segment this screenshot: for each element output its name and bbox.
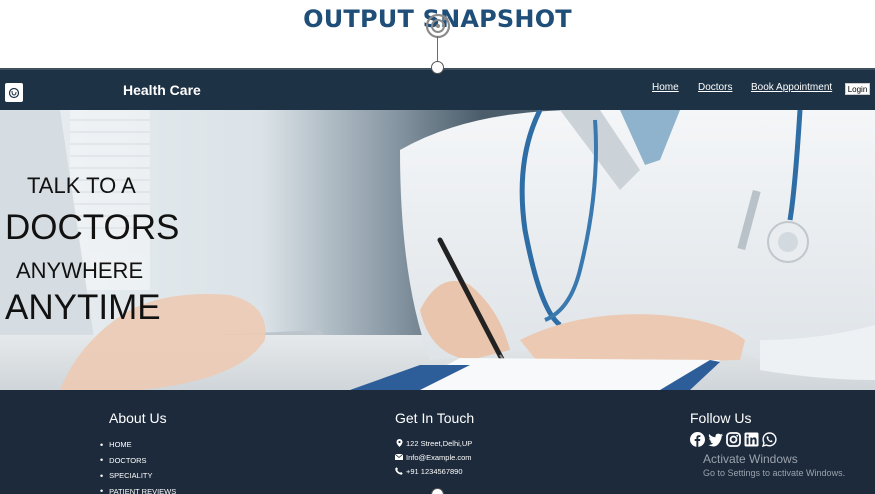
navbar: Health Care Home Doctors Book Appointmen… <box>0 68 875 110</box>
about-heading: About Us <box>109 410 167 426</box>
activate-windows-title: Activate Windows <box>703 452 798 466</box>
hero-section: TALK TO A DOCTORS ANYWHERE ANYTIME <box>0 110 875 390</box>
snapshot-banner: OUTPUT SNAPSHOT <box>0 0 875 68</box>
contact-email-text: Info@Example.com <box>406 452 472 462</box>
nav-link-doctors[interactable]: Doctors <box>698 82 732 93</box>
page-root: OUTPUT SNAPSHOT Health Care Home Doctors… <box>0 0 875 494</box>
contact-info: 122 Street,Delhi,UP Info@Example.com +91… <box>395 436 472 478</box>
follow-heading: Follow Us <box>690 410 752 426</box>
linkedin-icon[interactable] <box>744 432 759 447</box>
about-item-speciality[interactable]: SPECIALITY <box>100 468 176 484</box>
hero-headline-line-4: ANYTIME <box>5 288 161 327</box>
activate-windows-subtitle: Go to Settings to activate Windows. <box>703 468 846 478</box>
facebook-icon[interactable] <box>690 432 705 447</box>
twitter-icon[interactable] <box>708 432 723 447</box>
hero-headline-line-2: DOCTORS <box>5 208 180 247</box>
contact-heading: Get In Touch <box>395 410 475 426</box>
stethoscope-logo-icon <box>8 87 20 98</box>
contact-address: 122 Street,Delhi,UP <box>395 436 472 450</box>
whatsapp-icon[interactable] <box>762 432 777 447</box>
brand-name[interactable]: Health Care <box>123 82 201 98</box>
contact-phone[interactable]: +91 1234567890 <box>395 464 472 478</box>
contact-address-text: 122 Street,Delhi,UP <box>406 438 473 448</box>
contact-phone-text: +91 1234567890 <box>406 466 463 476</box>
login-button[interactable]: Login <box>845 83 870 95</box>
resize-handle-bottom[interactable] <box>431 488 444 494</box>
hero-headline-line-3: ANYWHERE <box>16 258 144 283</box>
logo[interactable] <box>5 83 23 102</box>
hero-image <box>0 110 875 390</box>
nav-link-home[interactable]: Home <box>652 82 679 93</box>
social-icons <box>690 432 777 447</box>
handle-connector <box>437 36 438 63</box>
about-item-home[interactable]: HOME <box>100 437 176 453</box>
hero-headline-line-1: TALK TO A <box>27 173 136 198</box>
instagram-icon[interactable] <box>726 432 741 447</box>
activate-windows-watermark: Activate Windows Go to Settings to activ… <box>703 452 845 478</box>
footer: About Us HOME DOCTORS SPECIALITY PATIENT… <box>0 390 875 494</box>
resize-handle-top[interactable] <box>431 61 444 74</box>
nav-link-book-appointment[interactable]: Book Appointment <box>751 82 832 93</box>
about-item-patient-reviews[interactable]: PATIENT REVIEWS <box>100 484 176 494</box>
envelope-icon <box>395 453 403 461</box>
about-list: HOME DOCTORS SPECIALITY PATIENT REVIEWS <box>100 437 176 494</box>
contact-email[interactable]: Info@Example.com <box>395 450 472 464</box>
rotate-handle-icon[interactable] <box>423 11 453 41</box>
phone-icon <box>395 467 403 475</box>
about-item-doctors[interactable]: DOCTORS <box>100 453 176 469</box>
map-marker-icon <box>395 439 403 447</box>
